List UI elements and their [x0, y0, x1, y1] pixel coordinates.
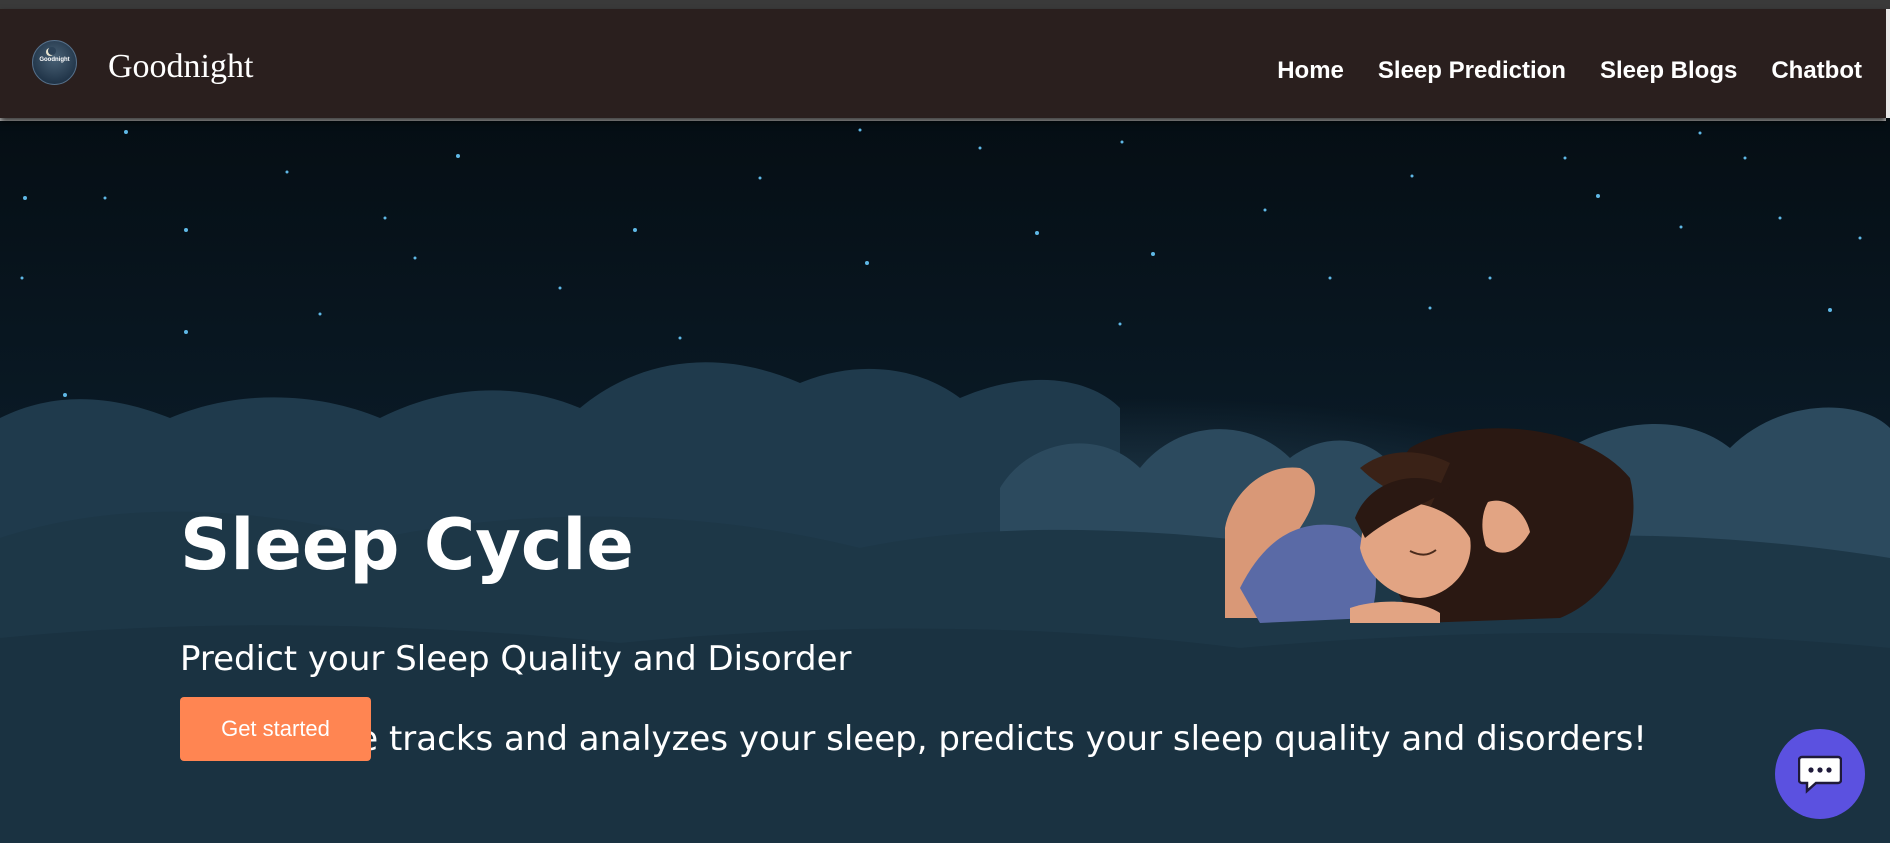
hero-subtitle: Predict your Sleep Quality and Disorder [180, 639, 852, 679]
hero-title: Sleep Cycle [180, 504, 634, 586]
brand-name[interactable]: Goodnight [108, 50, 253, 84]
logo-text: Goodnight [39, 57, 70, 63]
nav-links: Home Sleep Prediction Sleep Blogs Chatbo… [1243, 59, 1862, 83]
hero-description: Sleep Cycle tracks and analyzes your sle… [180, 719, 1647, 759]
scrollbar[interactable] [1886, 9, 1890, 118]
navbar: Goodnight Goodnight Home Sleep Predictio… [0, 9, 1886, 118]
chatbot-button[interactable] [1775, 729, 1865, 819]
nav-link-sleep-prediction[interactable]: Sleep Prediction [1378, 59, 1566, 83]
get-started-button[interactable]: Get started [180, 697, 371, 761]
moon-logo-icon [46, 47, 56, 56]
browser-top-strip [0, 0, 1890, 9]
nav-link-home[interactable]: Home [1277, 59, 1344, 83]
chat-bubble-icon [1798, 755, 1842, 794]
nav-link-sleep-blogs[interactable]: Sleep Blogs [1600, 59, 1737, 83]
nav-link-chatbot[interactable]: Chatbot [1771, 59, 1862, 83]
logo[interactable]: Goodnight [32, 40, 77, 85]
clouds [0, 362, 1890, 843]
